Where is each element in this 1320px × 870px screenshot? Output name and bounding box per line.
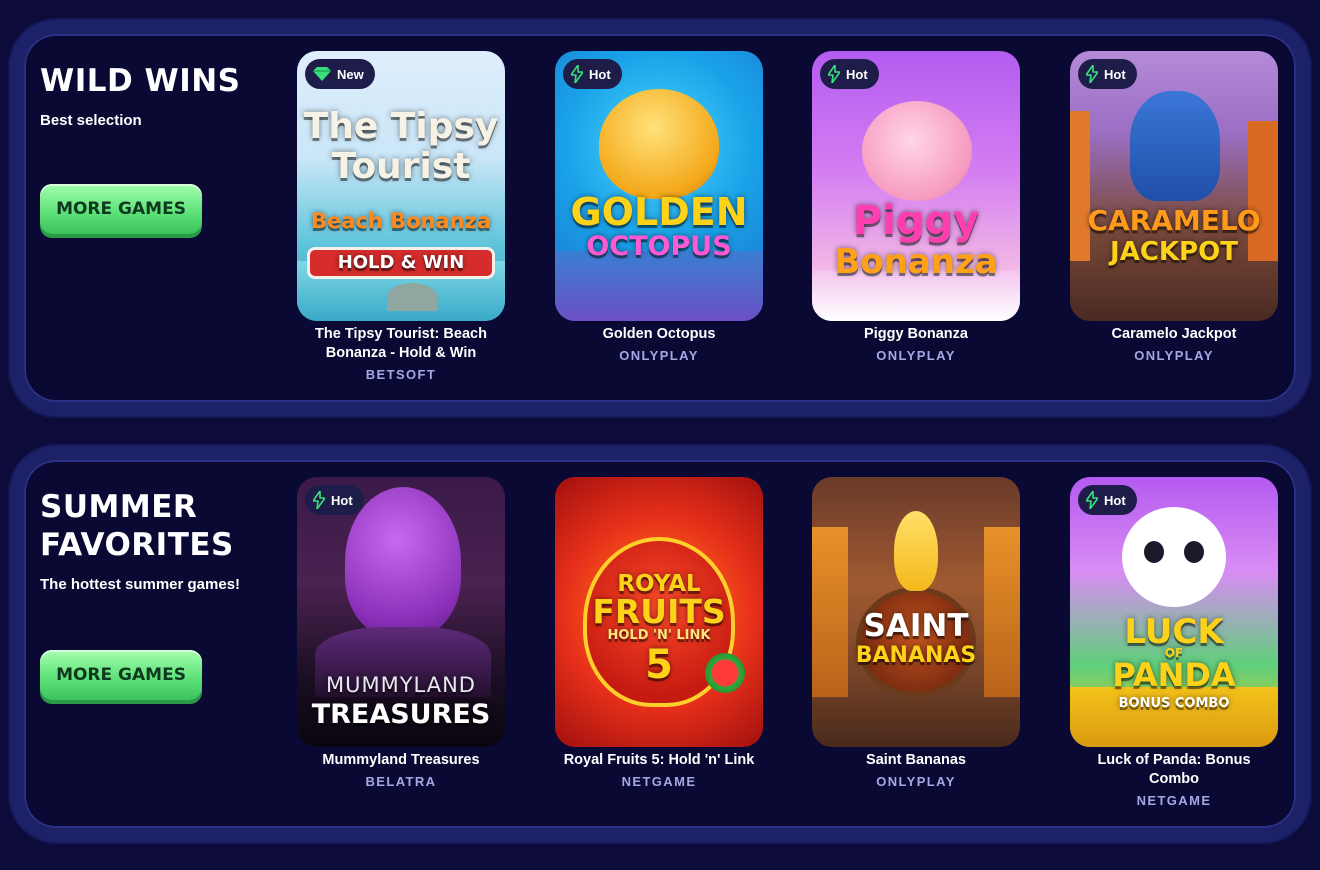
diamond-icon: [313, 67, 331, 81]
game-card[interactable]: CARAMELO JACKPOT Hot Caramelo Jackpot ON…: [1070, 51, 1278, 363]
more-games-button[interactable]: MORE GAMES: [40, 650, 202, 700]
game-provider: ONLYPLAY: [876, 348, 956, 363]
game-name: Royal Fruits 5: Hold 'n' Link: [563, 752, 755, 768]
rock-art: [387, 283, 437, 311]
mummy-art: [345, 487, 461, 637]
badge-label: Hot: [1104, 66, 1126, 82]
game-thumbnail[interactable]: LUCK OF PANDA BONUS COMBO Hot: [1070, 477, 1278, 747]
game-thumbnail[interactable]: ROYAL FRUITS HOLD 'N' LINK 5: [555, 477, 763, 747]
section-header: WILD WINS Best selection: [40, 62, 280, 129]
lightning-icon: [1086, 491, 1098, 509]
art-title-line: SAINT: [863, 608, 969, 644]
new-badge: New: [305, 59, 375, 89]
llama-art: [1130, 91, 1220, 201]
art-title-line: CARAMELO: [1087, 204, 1261, 237]
game-provider: ONLYPLAY: [619, 348, 699, 363]
octopus-art: [599, 89, 719, 199]
art-title-line: GOLDEN: [570, 190, 748, 234]
lightning-icon: [828, 65, 840, 83]
lightning-icon: [313, 491, 325, 509]
art-title-line: BANANAS: [855, 643, 977, 668]
art-title-line: Beach Bonanza: [310, 209, 492, 233]
art-title-line: FRUITS: [592, 592, 726, 631]
art-title-line: 5: [645, 642, 673, 688]
art-title-line: Piggy: [852, 198, 980, 244]
game-card[interactable]: MUMMYLAND TREASURES Hot Mummyland Treasu…: [297, 477, 505, 789]
game-thumbnail[interactable]: MUMMYLAND TREASURES Hot: [297, 477, 505, 747]
art-title-line: BONUS COMBO: [1118, 696, 1230, 711]
section-header: SUMMER FAVORITES The hottest summer game…: [40, 488, 280, 593]
game-thumbnail[interactable]: Piggy Bonanza Hot: [812, 51, 1020, 321]
game-provider: NETGAME: [621, 774, 697, 789]
more-games-button[interactable]: MORE GAMES: [40, 184, 202, 234]
game-card[interactable]: GOLDEN OCTOPUS Hot Golden Octopus ONLYPL…: [555, 51, 763, 363]
hot-badge: Hot: [1078, 59, 1137, 89]
badge-label: Hot: [846, 66, 868, 82]
game-provider: ONLYPLAY: [876, 774, 956, 789]
game-section-wild-wins: WILD WINS Best selection MORE GAMES The …: [10, 20, 1310, 416]
badge-label: Hot: [1104, 492, 1126, 508]
art-title-line: LUCK: [1124, 612, 1224, 652]
game-thumbnail[interactable]: CARAMELO JACKPOT Hot: [1070, 51, 1278, 321]
hot-badge: Hot: [820, 59, 879, 89]
section-subtitle: The hottest summer games!: [40, 576, 241, 593]
hot-badge: Hot: [1078, 485, 1137, 515]
game-provider: NETGAME: [1136, 793, 1212, 808]
game-card[interactable]: The Tipsy Tourist Beach Bonanza HOLD & W…: [297, 51, 505, 382]
game-name: Caramelo Jackpot: [1111, 326, 1237, 342]
panda-art: [1122, 507, 1226, 607]
game-name: Luck of Panda: Bonus Combo: [1097, 752, 1251, 787]
game-provider: BETSOFT: [365, 367, 437, 382]
game-name: Piggy Bonanza: [864, 326, 968, 342]
badge-label: New: [337, 66, 364, 82]
lightning-icon: [1086, 65, 1098, 83]
game-name: The Tipsy Tourist: Beach Bonanza - Hold …: [315, 326, 487, 361]
game-card[interactable]: ROYAL FRUITS HOLD 'N' LINK 5 Royal Fruit…: [555, 477, 763, 789]
art-title-line: Tourist: [331, 146, 471, 187]
game-card[interactable]: Piggy Bonanza Hot Piggy Bonanza ONLYPLAY: [812, 51, 1020, 363]
lightning-icon: [571, 65, 583, 83]
art-title-line: HOLD 'N' LINK: [607, 628, 711, 643]
hot-badge: Hot: [563, 59, 622, 89]
game-thumbnail[interactable]: SAINT BANANAS: [812, 477, 1020, 747]
art-title-line: HOLD & WIN: [337, 252, 465, 273]
art-title-line: OCTOPUS: [586, 231, 732, 262]
section-title: SUMMER FAVORITES: [40, 489, 234, 563]
art-title-line: PANDA: [1112, 656, 1236, 694]
art-title-line: JACKPOT: [1110, 237, 1238, 267]
game-provider: ONLYPLAY: [1134, 348, 1214, 363]
game-card[interactable]: SAINT BANANAS Saint Bananas ONLYPLAY: [812, 477, 1020, 789]
game-card[interactable]: LUCK OF PANDA BONUS COMBO Hot Luck of Pa…: [1070, 477, 1278, 808]
art-title-line: TREASURES: [311, 699, 491, 730]
art-title-line: The Tipsy: [303, 106, 499, 147]
badge-label: Hot: [589, 66, 611, 82]
game-name: Mummyland Treasures: [322, 752, 480, 768]
art-title-line: MUMMYLAND: [326, 673, 476, 697]
game-thumbnail[interactable]: GOLDEN OCTOPUS Hot: [555, 51, 763, 321]
game-thumbnail[interactable]: The Tipsy Tourist Beach Bonanza HOLD & W…: [297, 51, 505, 321]
panda-eye-art: [1144, 541, 1164, 563]
section-subtitle: Best selection: [40, 112, 142, 129]
game-section-summer-favorites: SUMMER FAVORITES The hottest summer game…: [10, 446, 1310, 842]
game-name: Golden Octopus: [602, 326, 716, 342]
badge-label: Hot: [331, 492, 353, 508]
pig-art: [862, 101, 972, 201]
panda-eye-art: [1184, 541, 1204, 563]
section-title: WILD WINS: [40, 63, 241, 99]
art-title-line: Bonanza: [834, 242, 998, 282]
game-name: Saint Bananas: [866, 752, 966, 768]
hot-badge: Hot: [305, 485, 364, 515]
banana-art: [894, 511, 938, 591]
game-provider: BELATRA: [365, 774, 437, 789]
